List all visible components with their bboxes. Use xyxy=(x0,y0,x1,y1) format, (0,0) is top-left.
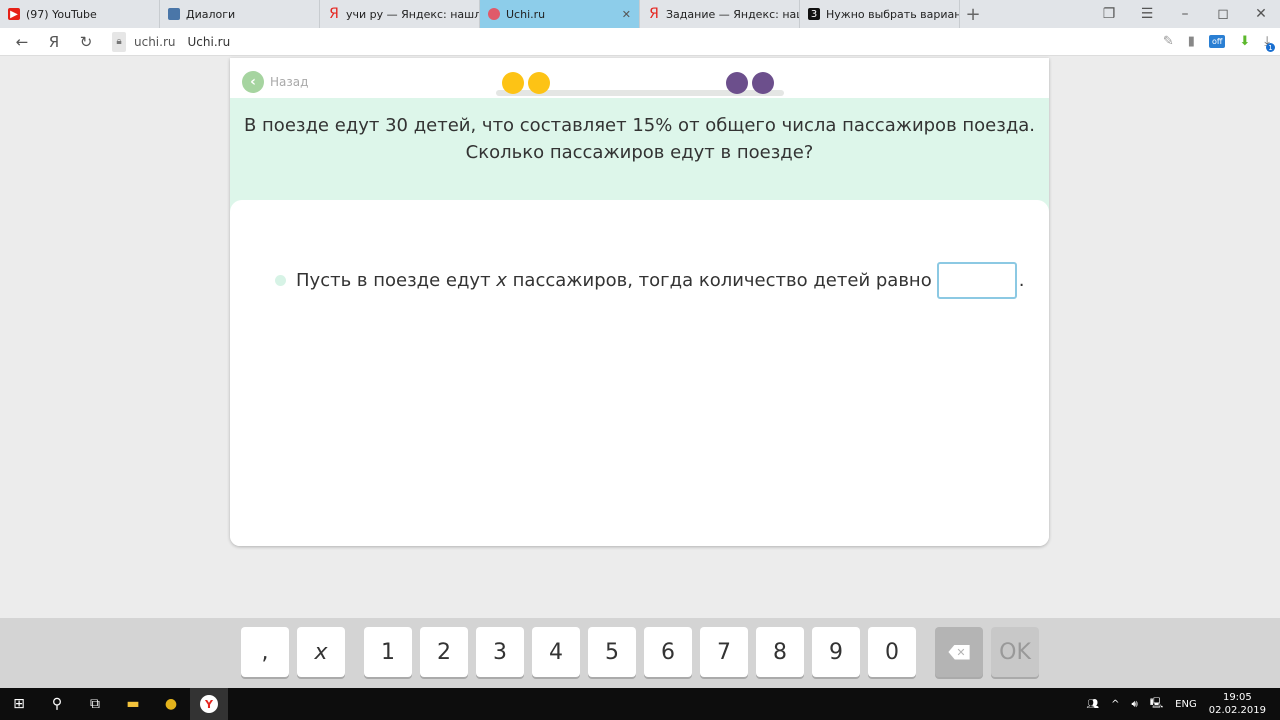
task-card: ‹ Назад В поезде едут 30 детей, что сост… xyxy=(230,58,1049,546)
key-9[interactable]: 9 xyxy=(812,627,860,677)
clock[interactable]: 19:05 02.02.2019 xyxy=(1209,691,1266,717)
url-field[interactable]: 🔒︎ uchi.ru Uchi.ru xyxy=(112,31,230,53)
answer-input[interactable] xyxy=(936,262,1017,299)
chevron-up-icon[interactable]: ^ xyxy=(1111,699,1119,710)
tab-yandex-search-1[interactable]: Яучи ру — Яндекс: нашлось xyxy=(320,0,480,28)
key-comma[interactable]: , xyxy=(241,627,289,677)
people-icon[interactable]: 👥︎ xyxy=(1086,699,1099,710)
key-0[interactable]: 0 xyxy=(868,627,916,677)
close-tab-icon[interactable]: ✕ xyxy=(622,8,631,21)
progress-dot-todo xyxy=(752,72,774,94)
menu-icon[interactable]: ☰ xyxy=(1128,0,1166,28)
search-icon[interactable]: ⚲ xyxy=(38,688,76,720)
volume-icon[interactable]: 🔊︎ xyxy=(1132,699,1138,710)
downloads-icon[interactable]: ⤓ 1 xyxy=(1264,34,1275,52)
key-1[interactable]: 1 xyxy=(364,627,412,677)
progress-dot-done xyxy=(528,72,550,94)
restore-icon[interactable]: ◻ xyxy=(1204,0,1242,28)
back-button[interactable]: ‹ Назад xyxy=(242,71,308,93)
lock-icon[interactable]: 🔒︎ xyxy=(112,31,126,52)
pin-icon[interactable]: ✎ xyxy=(1163,34,1174,49)
yandex-icon: Я xyxy=(649,6,659,22)
key-5[interactable]: 5 xyxy=(588,627,636,677)
tab-youtube[interactable]: ▶ (97) YouTube xyxy=(0,0,160,28)
yandex-browser-icon[interactable]: Y xyxy=(190,688,228,720)
solution-area: Пусть в поезде едут x пассажиров, тогда … xyxy=(230,200,1049,546)
question-text: В поезде едут 30 детей, что составляет 1… xyxy=(243,115,1036,136)
bookmarks-panel-icon[interactable]: ❐ xyxy=(1090,0,1128,28)
question-text: Сколько пассажиров едут в поезде? xyxy=(465,142,814,163)
key-2[interactable]: 2 xyxy=(420,627,468,677)
progress-dot-done xyxy=(502,72,524,94)
key-4[interactable]: 4 xyxy=(532,627,580,677)
vk-icon xyxy=(168,8,180,20)
youtube-icon: ▶ xyxy=(8,8,20,20)
key-7[interactable]: 7 xyxy=(700,627,748,677)
backspace-button[interactable]: ✕ xyxy=(935,627,983,677)
windows-start-icon[interactable]: ⊞ xyxy=(0,688,38,720)
uchi-icon xyxy=(488,8,500,20)
task-view-icon[interactable]: ⧉ xyxy=(76,688,114,720)
znanija-icon: 3 xyxy=(808,8,820,20)
key-x[interactable]: x xyxy=(297,627,345,677)
tab-yandex-search-2[interactable]: ЯЗадание — Яндекс: нашлось xyxy=(640,0,800,28)
chevron-left-icon: ‹ xyxy=(242,71,264,93)
backspace-icon: ✕ xyxy=(948,644,970,660)
progress-dot-todo xyxy=(726,72,748,94)
tab-uchi[interactable]: Uchi.ru ✕ xyxy=(480,0,640,28)
reload-icon[interactable]: ↻ xyxy=(70,33,102,51)
tab-bar: ▶ (97) YouTube Диалоги Яучи ру — Яндекс: … xyxy=(0,0,1280,28)
bookmark-icon[interactable]: ▮ xyxy=(1188,34,1195,49)
back-arrow-icon[interactable]: ← xyxy=(6,33,38,51)
close-window-icon[interactable]: ✕ xyxy=(1242,0,1280,28)
file-explorer-icon[interactable]: ▬ xyxy=(114,688,152,720)
download-extension-icon[interactable]: ⬇ xyxy=(1239,34,1250,49)
taskbar: ⊞ ⚲ ⧉ ▬ ● Y 👥︎ ^ 🔊︎ 🖳 ENG 19:05 02.02.20… xyxy=(0,688,1280,720)
tab-znanija[interactable]: 3Нужно выбрать вариант о xyxy=(800,0,960,28)
chrome-icon[interactable]: ● xyxy=(152,688,190,720)
yandex-home-icon[interactable]: Я xyxy=(38,33,70,51)
minimize-icon[interactable]: – xyxy=(1166,0,1204,28)
network-icon[interactable]: 🖳 xyxy=(1150,696,1163,713)
new-tab-button[interactable]: + xyxy=(960,0,986,28)
solution-step: Пусть в поезде едут x пассажиров, тогда … xyxy=(275,262,1024,299)
key-8[interactable]: 8 xyxy=(756,627,804,677)
tab-dialogs[interactable]: Диалоги xyxy=(160,0,320,28)
step-bullet xyxy=(275,275,286,286)
key-3[interactable]: 3 xyxy=(476,627,524,677)
ok-button[interactable]: OK xyxy=(991,627,1039,677)
key-6[interactable]: 6 xyxy=(644,627,692,677)
extension-off-icon[interactable]: off xyxy=(1208,35,1226,48)
yandex-icon: Я xyxy=(329,6,339,22)
address-bar: ← Я ↻ 🔒︎ uchi.ru Uchi.ru ✎ ▮ off ⬇ ⤓ 1 xyxy=(0,28,1280,56)
onscreen-keyboard: , x 1 2 3 4 5 6 7 8 9 0 ✕ OK xyxy=(0,618,1280,688)
language-indicator[interactable]: ENG xyxy=(1175,699,1197,710)
